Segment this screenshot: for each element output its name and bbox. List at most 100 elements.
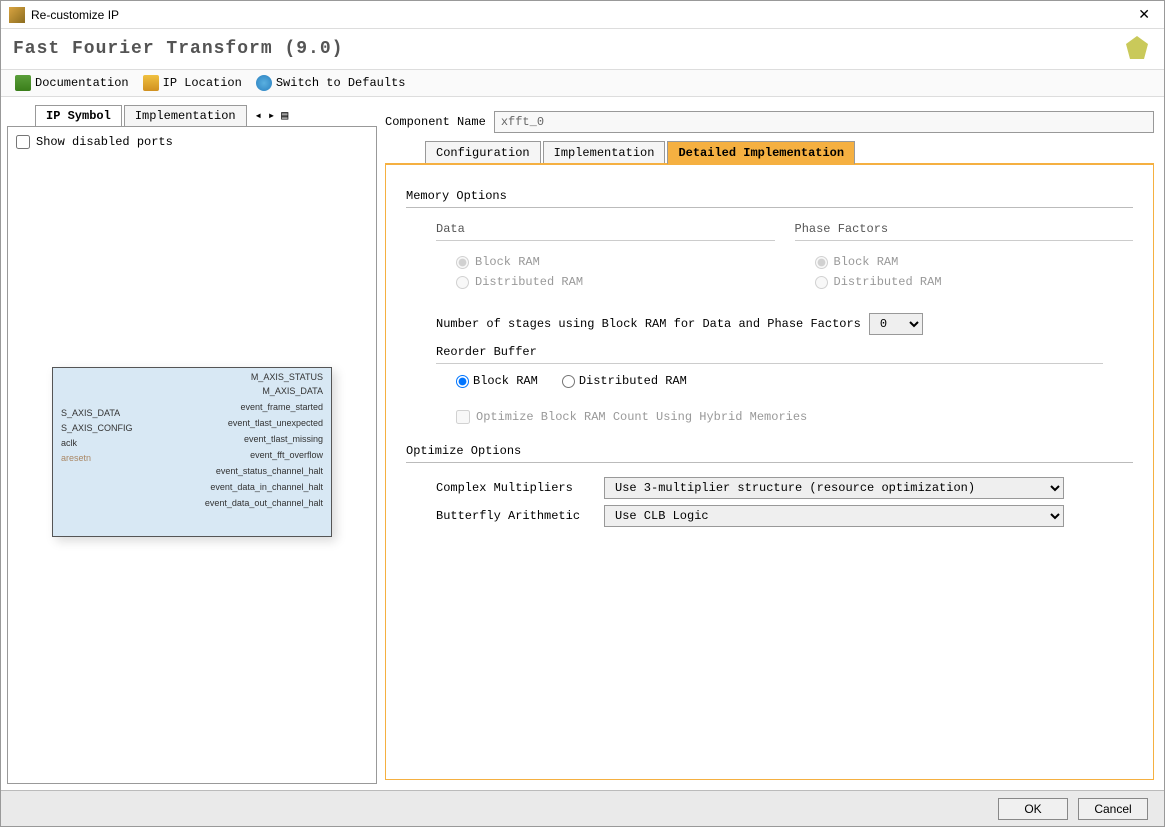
optimize-options-title: Optimize Options: [406, 444, 1133, 458]
tab-configuration[interactable]: Configuration: [425, 141, 541, 164]
ok-button[interactable]: OK: [998, 798, 1068, 820]
switch-defaults-button[interactable]: Switch to Defaults: [252, 73, 410, 93]
right-tabs: Configuration Implementation Detailed Im…: [385, 141, 1154, 164]
port-right: event_data_out_channel_halt: [205, 498, 323, 508]
phase-distributed-ram-radio: Distributed RAM: [815, 275, 1134, 289]
page-title: Fast Fourier Transform (9.0): [13, 39, 1122, 59]
cancel-button[interactable]: Cancel: [1078, 798, 1148, 820]
reorder-buffer-title: Reorder Buffer: [436, 345, 1133, 359]
reorder-distributed-ram-radio[interactable]: Distributed RAM: [562, 374, 687, 388]
documentation-label: Documentation: [35, 76, 129, 90]
header: Fast Fourier Transform (9.0): [1, 29, 1164, 69]
complex-multipliers-row: Complex Multipliers Use 3-multiplier str…: [436, 477, 1133, 499]
ip-location-button[interactable]: IP Location: [139, 73, 246, 93]
port-right: event_data_in_channel_halt: [210, 482, 323, 492]
data-block-ram-radio: Block RAM: [456, 255, 775, 269]
radio-input[interactable]: [456, 375, 469, 388]
divider: [406, 207, 1133, 208]
show-disabled-ports-checkbox[interactable]: Show disabled ports: [16, 135, 368, 149]
phase-column-title: Phase Factors: [795, 222, 1134, 236]
show-disabled-ports-input[interactable]: [16, 135, 30, 149]
port-left: aclk: [61, 438, 77, 448]
tab-nav: ◂ ▸ ▤: [253, 108, 291, 123]
memory-columns: Data Block RAM Distributed RAM Phase Fac…: [436, 222, 1133, 295]
toolbar: Documentation IP Location Switch to Defa…: [1, 69, 1164, 97]
port-left: aresetn: [61, 453, 91, 463]
ip-symbol-canvas[interactable]: S_AXIS_DATA S_AXIS_CONFIG aclk aresetn M…: [16, 157, 368, 775]
tab-prev-icon[interactable]: ◂: [253, 108, 264, 123]
content: IP Symbol Implementation ◂ ▸ ▤ Show disa…: [1, 97, 1164, 790]
radio-input: [456, 276, 469, 289]
tab-implementation-left[interactable]: Implementation: [124, 105, 247, 126]
divider: [436, 363, 1103, 364]
component-name-input[interactable]: [494, 111, 1154, 133]
titlebar: Re-customize IP ✕: [1, 1, 1164, 29]
phase-column: Phase Factors Block RAM Distributed RAM: [795, 222, 1134, 295]
radio-label: Block RAM: [473, 374, 538, 388]
port-right: event_tlast_missing: [244, 434, 323, 444]
data-column-title: Data: [436, 222, 775, 236]
butterfly-arithmetic-select[interactable]: Use CLB Logic: [604, 505, 1064, 527]
optimize-hybrid-label: Optimize Block RAM Count Using Hybrid Me…: [476, 410, 807, 424]
complex-multipliers-label: Complex Multipliers: [436, 481, 596, 495]
switch-defaults-label: Switch to Defaults: [276, 76, 406, 90]
right-panel: Component Name Configuration Implementat…: [381, 103, 1158, 784]
divider: [406, 462, 1133, 463]
footer: OK Cancel: [1, 790, 1164, 826]
port-left: S_AXIS_DATA: [61, 408, 120, 418]
port-right: event_tlast_unexpected: [228, 418, 323, 428]
reorder-radio-group: Block RAM Distributed RAM: [456, 374, 1133, 388]
port-right: event_fft_overflow: [250, 450, 323, 460]
radio-input: [456, 256, 469, 269]
radio-label: Distributed RAM: [475, 275, 583, 289]
port-right: event_status_channel_halt: [216, 466, 323, 476]
vendor-logo-icon: [1122, 34, 1152, 64]
tab-ip-symbol[interactable]: IP Symbol: [35, 105, 122, 126]
right-body: Memory Options Data Block RAM Distribute…: [385, 163, 1154, 780]
radio-input[interactable]: [562, 375, 575, 388]
left-panel: IP Symbol Implementation ◂ ▸ ▤ Show disa…: [7, 103, 377, 784]
folder-icon: [143, 75, 159, 91]
butterfly-arithmetic-row: Butterfly Arithmetic Use CLB Logic: [436, 505, 1133, 527]
port-right: M_AXIS_STATUS: [251, 372, 323, 382]
reorder-block-ram-radio[interactable]: Block RAM: [456, 374, 538, 388]
tab-implementation-right[interactable]: Implementation: [543, 141, 666, 164]
port-right: event_frame_started: [240, 402, 323, 412]
tab-detailed-implementation[interactable]: Detailed Implementation: [667, 141, 855, 164]
memory-options-title: Memory Options: [406, 189, 1133, 203]
data-distributed-ram-radio: Distributed RAM: [456, 275, 775, 289]
phase-block-ram-radio: Block RAM: [815, 255, 1134, 269]
ip-location-label: IP Location: [163, 76, 242, 90]
book-icon: [15, 75, 31, 91]
divider: [436, 240, 775, 241]
window-title: Re-customize IP: [31, 8, 1132, 22]
left-body: Show disabled ports S_AXIS_DATA S_AXIS_C…: [7, 126, 377, 784]
tab-next-icon[interactable]: ▸: [266, 108, 277, 123]
radio-input: [815, 256, 828, 269]
radio-label: Distributed RAM: [579, 374, 687, 388]
stages-label: Number of stages using Block RAM for Dat…: [436, 317, 861, 331]
refresh-icon: [256, 75, 272, 91]
port-left: S_AXIS_CONFIG: [61, 423, 133, 433]
stages-select[interactable]: 0: [869, 313, 923, 335]
complex-multipliers-select[interactable]: Use 3-multiplier structure (resource opt…: [604, 477, 1064, 499]
radio-input: [815, 276, 828, 289]
optimize-hybrid-checkbox: Optimize Block RAM Count Using Hybrid Me…: [456, 410, 1133, 424]
port-right: M_AXIS_DATA: [262, 386, 323, 396]
optimize-options-section: Optimize Options Complex Multipliers Use…: [406, 444, 1133, 527]
radio-label: Block RAM: [475, 255, 540, 269]
stages-row: Number of stages using Block RAM for Dat…: [436, 313, 1133, 335]
documentation-button[interactable]: Documentation: [11, 73, 133, 93]
radio-label: Block RAM: [834, 255, 899, 269]
close-icon[interactable]: ✕: [1132, 4, 1156, 25]
show-disabled-ports-label: Show disabled ports: [36, 135, 173, 149]
memory-options-section: Memory Options Data Block RAM Distribute…: [406, 189, 1133, 424]
butterfly-arithmetic-label: Butterfly Arithmetic: [436, 509, 596, 523]
radio-label: Distributed RAM: [834, 275, 942, 289]
ip-symbol-block: S_AXIS_DATA S_AXIS_CONFIG aclk aresetn M…: [52, 367, 332, 537]
divider: [795, 240, 1134, 241]
checkbox-input: [456, 410, 470, 424]
component-name-label: Component Name: [385, 115, 486, 129]
tab-list-icon[interactable]: ▤: [279, 108, 290, 123]
left-tabs: IP Symbol Implementation ◂ ▸ ▤: [7, 103, 377, 127]
